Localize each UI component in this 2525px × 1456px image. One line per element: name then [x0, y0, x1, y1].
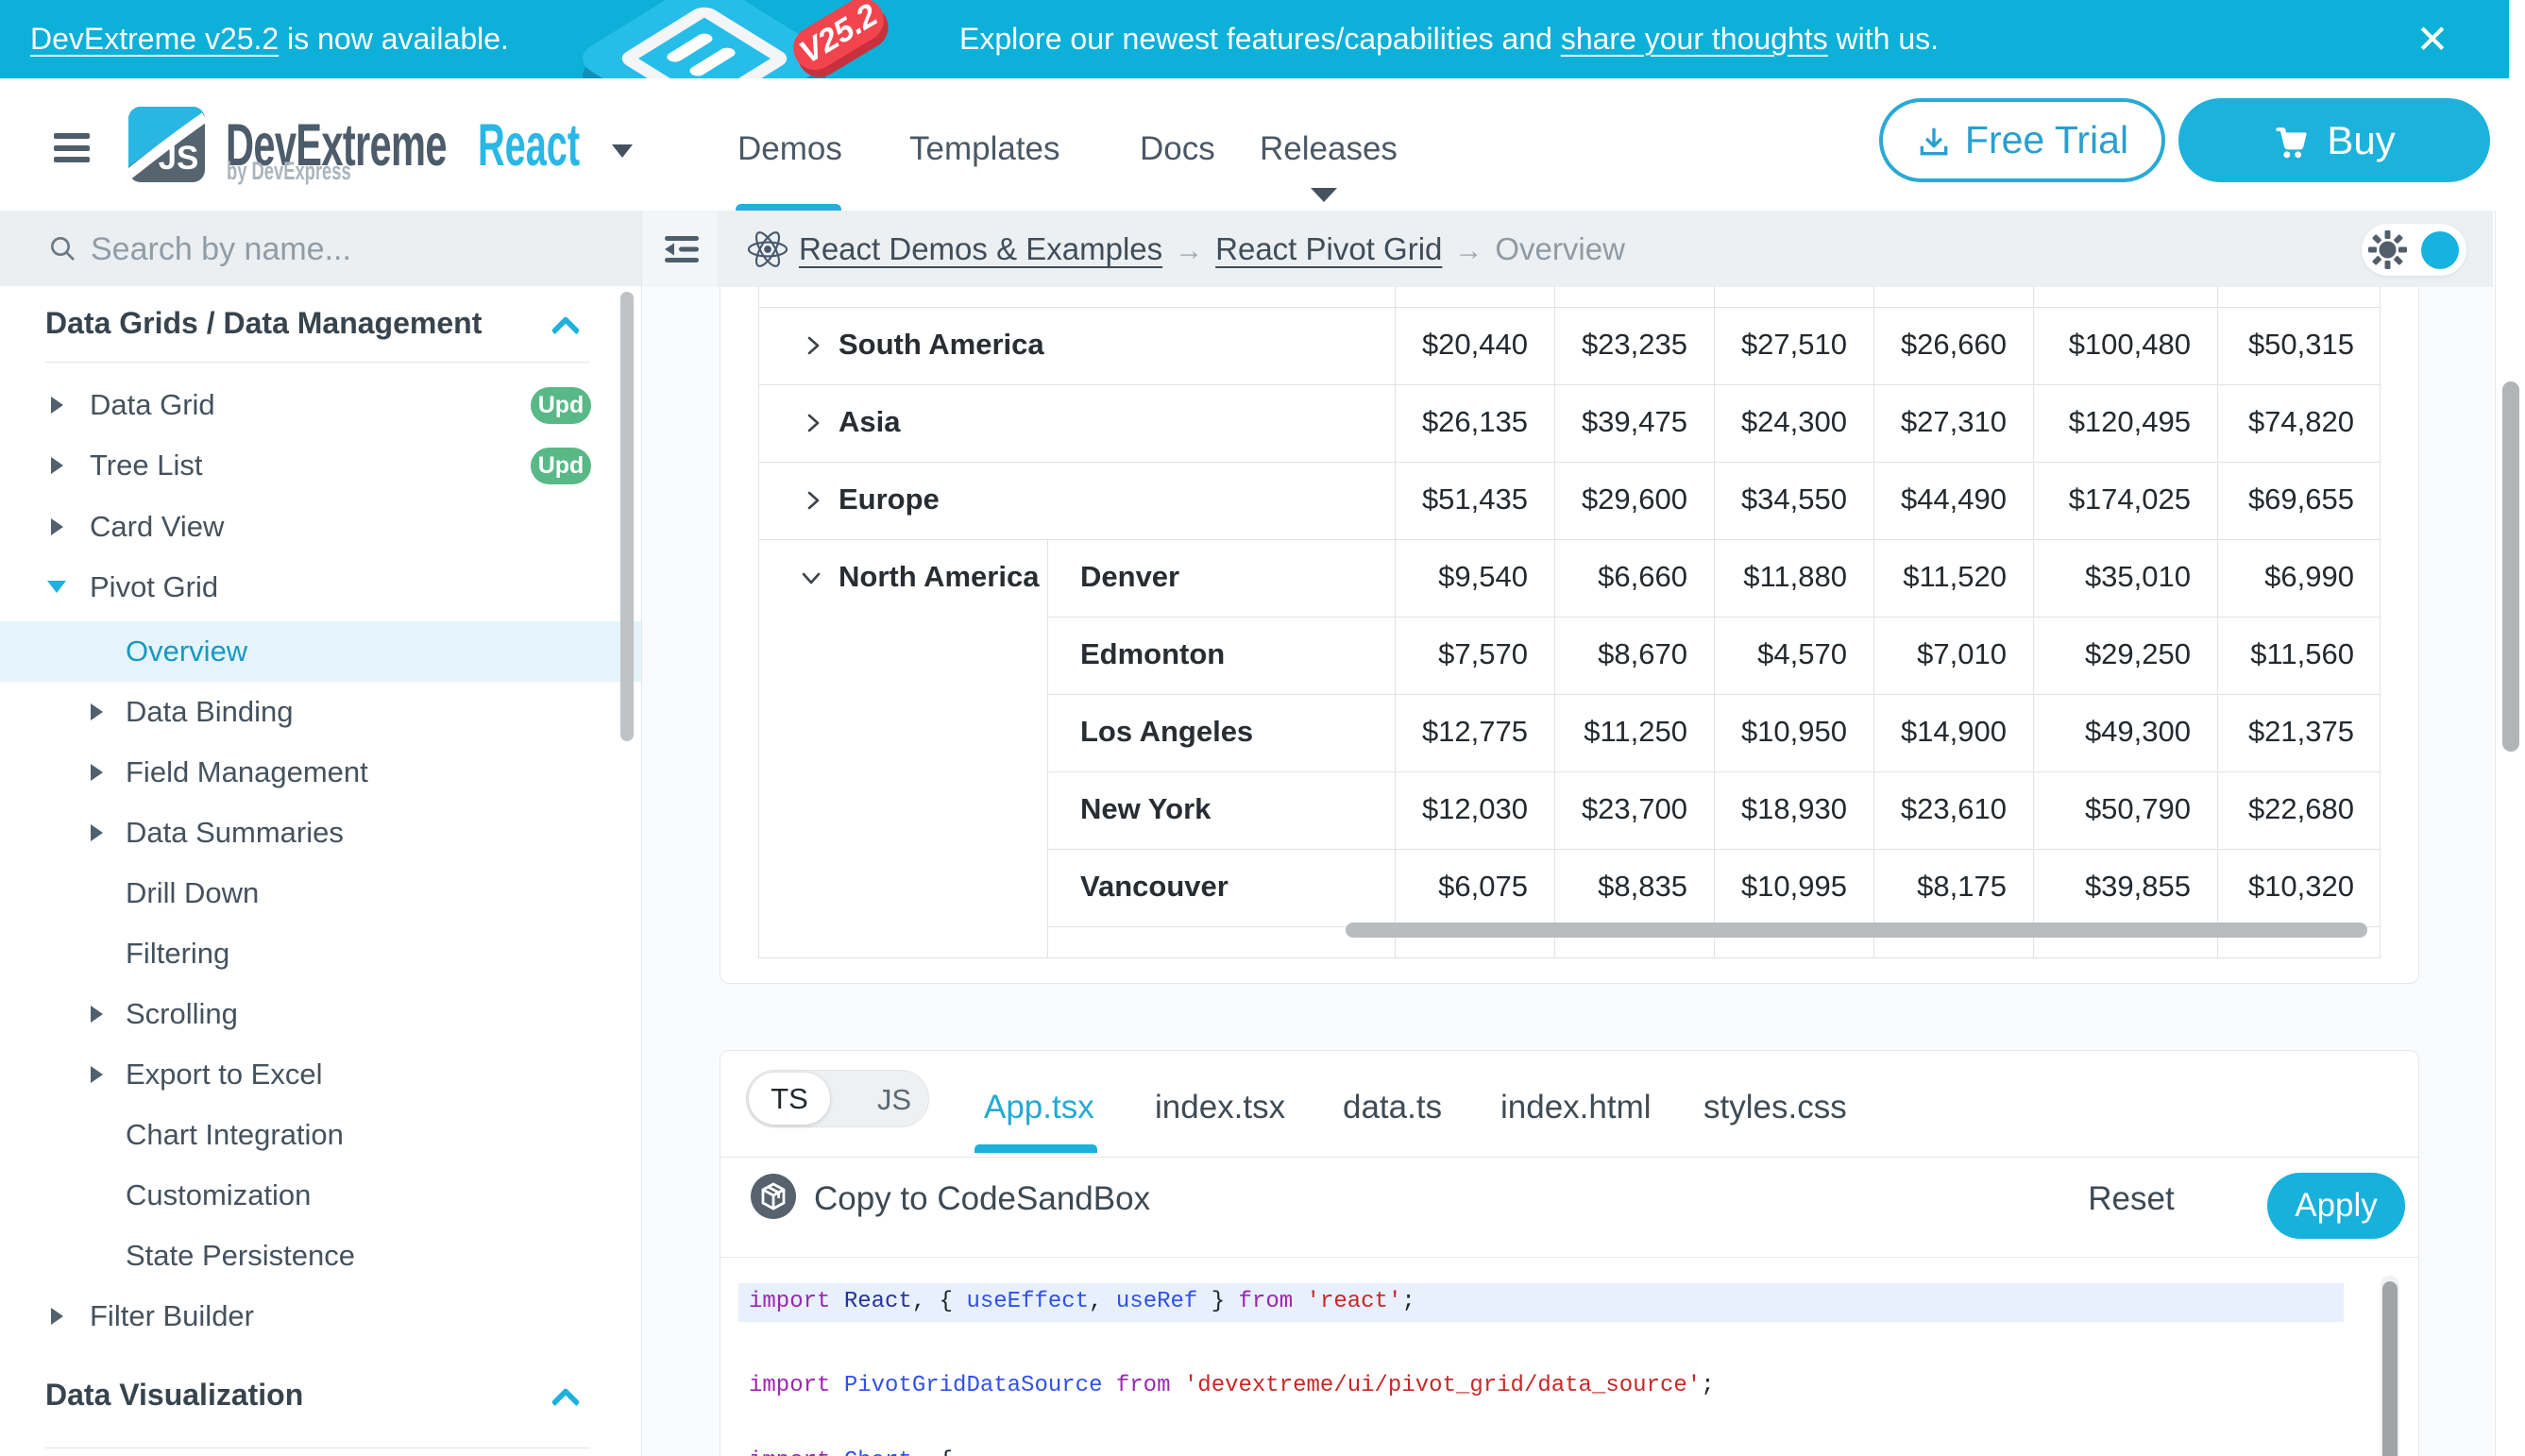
svg-text:JS: JS [159, 140, 199, 177]
